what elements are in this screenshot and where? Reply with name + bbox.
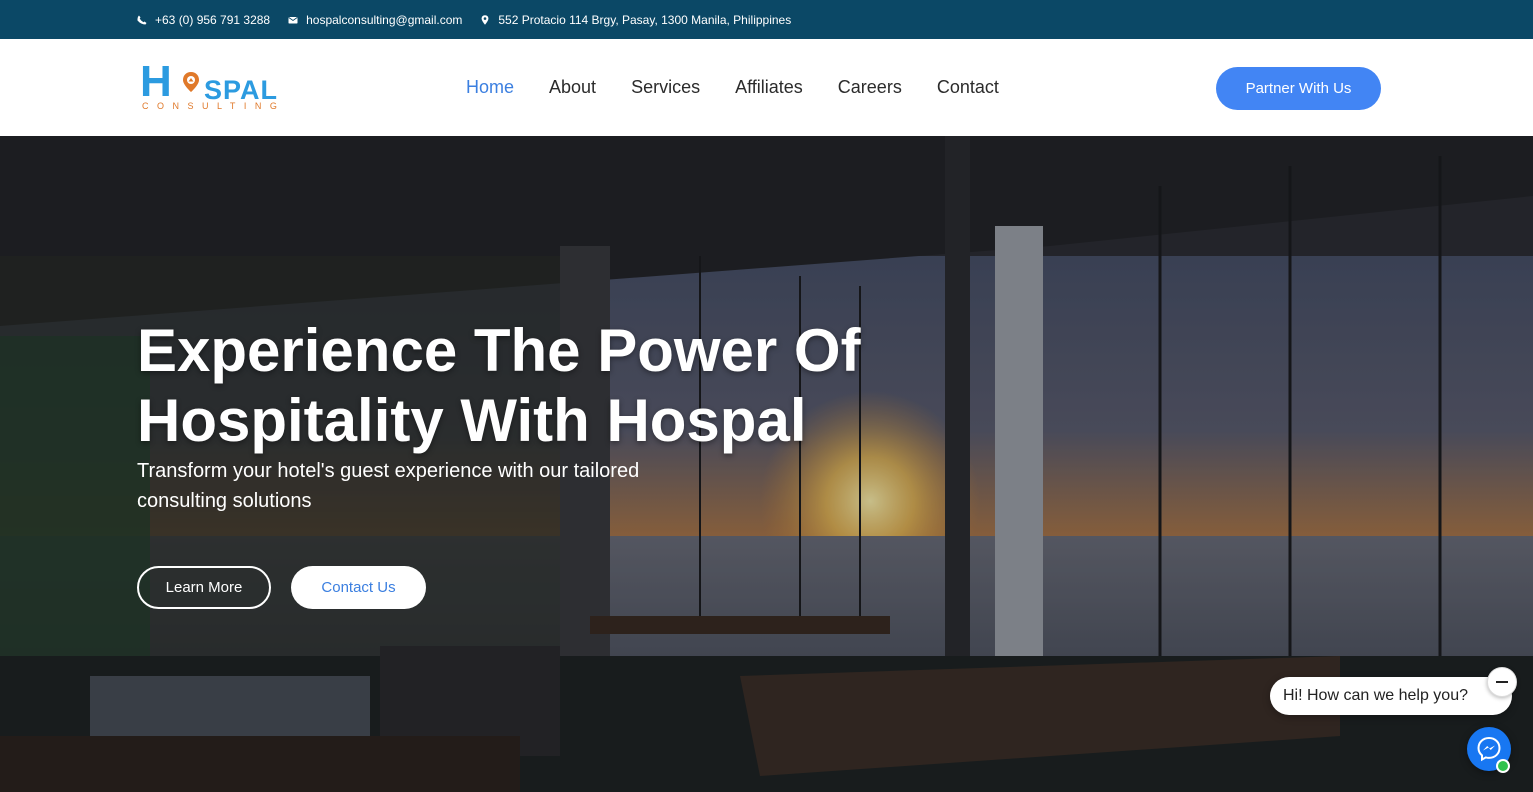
messenger-icon <box>1477 736 1501 762</box>
chat-greeting-text: Hi! How can we help you? <box>1283 687 1468 704</box>
hero-subtitle: Transform your hotel's guest experience … <box>137 460 640 512</box>
main-nav: Home About Services Affiliates Careers C… <box>466 39 999 136</box>
online-status-dot <box>1496 759 1510 773</box>
envelope-icon <box>288 16 298 23</box>
address-info: 552 Protacio 114 Brgy, Pasay, 1300 Manil… <box>480 13 791 27</box>
nav-home[interactable]: Home <box>466 77 514 98</box>
hero-title: Experience The Power Of Hospitality With… <box>137 317 861 454</box>
hospal-logo[interactable]: H SPAL CONSULTING <box>140 57 290 117</box>
phone-icon <box>137 15 147 24</box>
phone-info[interactable]: +63 (0) 956 791 3288 <box>137 13 270 27</box>
contact-topbar: +63 (0) 956 791 3288 hospalconsulting@gm… <box>0 0 1533 39</box>
site-header: H SPAL CONSULTING Home About Services Af… <box>0 39 1533 136</box>
address-text: 552 Protacio 114 Brgy, Pasay, 1300 Manil… <box>498 12 792 27</box>
nav-affiliates[interactable]: Affiliates <box>735 77 803 98</box>
nav-careers[interactable]: Careers <box>838 77 902 98</box>
learn-more-button[interactable]: Learn More <box>137 566 271 609</box>
phone-text: +63 (0) 956 791 3288 <box>155 12 271 27</box>
logo-letter-h: H <box>140 57 172 106</box>
chat-close-button[interactable] <box>1487 667 1517 697</box>
chat-greeting-bubble[interactable]: Hi! How can we help you? <box>1270 677 1512 715</box>
nav-about[interactable]: About <box>549 77 596 98</box>
nav-services[interactable]: Services <box>631 77 700 98</box>
contact-us-button[interactable]: Contact Us <box>291 566 426 609</box>
location-pin-icon <box>481 14 489 25</box>
email-info[interactable]: hospalconsulting@gmail.com <box>288 13 462 27</box>
nav-contact[interactable]: Contact <box>937 77 999 98</box>
partner-with-us-button[interactable]: Partner With Us <box>1216 67 1381 110</box>
email-text: hospalconsulting@gmail.com <box>306 12 463 27</box>
logo-pin-icon <box>183 72 199 92</box>
logo-subtitle: CONSULTING <box>142 101 286 111</box>
minus-icon <box>1496 681 1508 683</box>
